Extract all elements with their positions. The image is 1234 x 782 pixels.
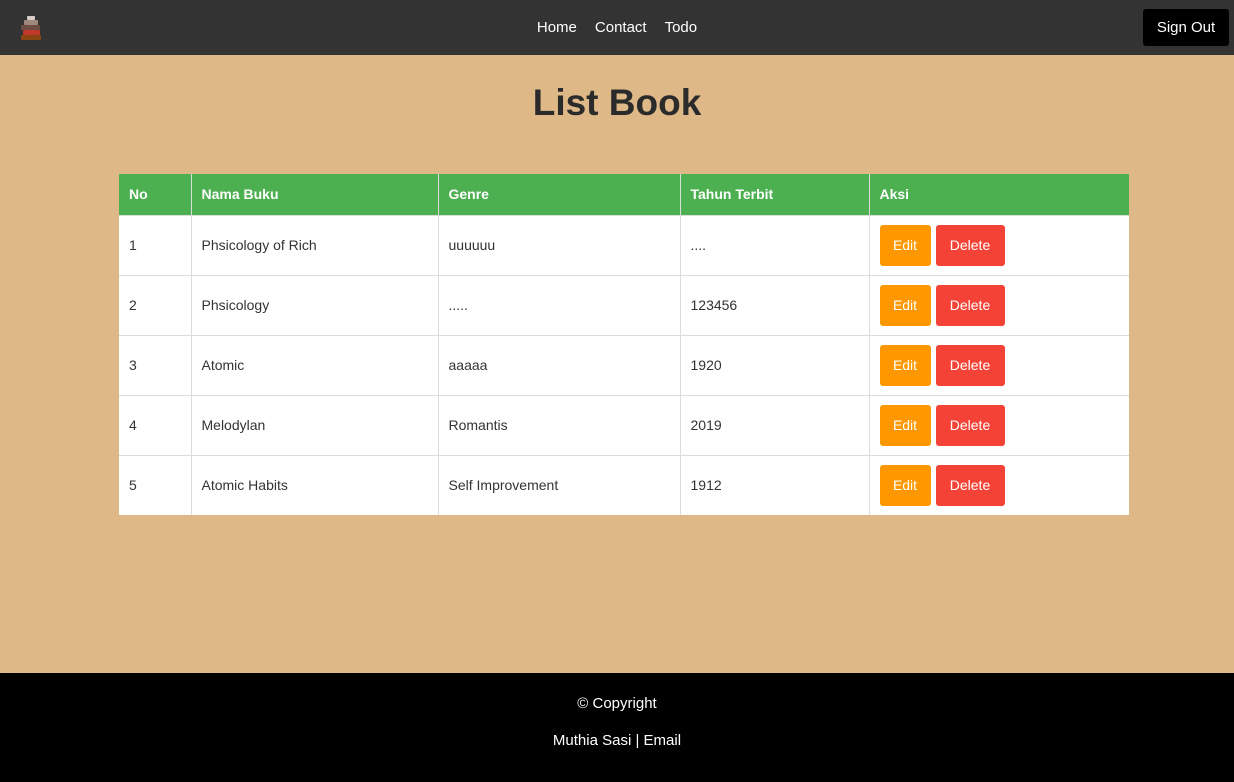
delete-button[interactable]: Delete: [935, 464, 1005, 506]
cell-aksi: Edit Delete: [869, 334, 1129, 395]
nav-link-contact[interactable]: Contact: [595, 19, 647, 36]
cell-genre: aaaaa: [438, 334, 681, 395]
cell-tahun-terbit: 123456: [680, 274, 870, 335]
header-genre: Genre: [438, 174, 681, 215]
cell-no: 2: [119, 274, 192, 335]
delete-button[interactable]: Delete: [935, 284, 1005, 326]
cell-nama-buku: Atomic Habits: [191, 454, 439, 515]
footer: © Copyright Muthia Sasi | Email: [0, 673, 1234, 782]
cell-no: 3: [119, 334, 192, 395]
cell-tahun-terbit: ....: [680, 214, 870, 275]
table-row: 3 Atomic aaaaa 1920 Edit Delete: [119, 334, 1129, 395]
table-row: 4 Melodylan Romantis 2019 Edit Delete: [119, 394, 1129, 455]
cell-no: 5: [119, 454, 192, 515]
author-name: Muthia Sasi: [552, 732, 632, 749]
delete-button[interactable]: Delete: [935, 224, 1005, 266]
email-link[interactable]: Email: [644, 732, 682, 749]
book-stack-icon[interactable]: [16, 13, 46, 43]
edit-button[interactable]: Edit: [879, 404, 931, 446]
cell-aksi: Edit Delete: [869, 274, 1129, 335]
table-row: 1 Phsicology of Rich uuuuuu .... Edit Del…: [119, 214, 1129, 275]
cell-aksi: Edit Delete: [869, 394, 1129, 455]
table-row: 5 Atomic Habits Self Improvement 1912 Ed…: [119, 454, 1129, 515]
cell-genre: Romantis: [438, 394, 681, 455]
cell-tahun-terbit: 2019: [680, 394, 870, 455]
footer-separator: |: [635, 732, 640, 749]
sign-out-button[interactable]: Sign Out: [1143, 9, 1229, 46]
nav-link-todo[interactable]: Todo: [665, 19, 698, 36]
table-header-row: No Nama Buku Genre Tahun Terbit Aksi: [119, 174, 1129, 215]
header-aksi: Aksi: [869, 174, 1129, 215]
cell-nama-buku: Melodylan: [191, 394, 439, 455]
delete-button[interactable]: Delete: [935, 404, 1005, 446]
footer-credits: Muthia Sasi | Email: [0, 732, 1234, 749]
book-table: No Nama Buku Genre Tahun Terbit Aksi 1 P…: [119, 174, 1129, 515]
header-nama-buku: Nama Buku: [191, 174, 439, 215]
nav-link-home[interactable]: Home: [537, 19, 577, 36]
table-row: 2 Phsicology ..... 123456 Edit Delete: [119, 274, 1129, 335]
cell-genre: uuuuuu: [438, 214, 681, 275]
page-title: List Book: [532, 82, 702, 123]
cell-aksi: Edit Delete: [869, 454, 1129, 515]
edit-button[interactable]: Edit: [879, 464, 931, 506]
cell-genre: .....: [438, 274, 681, 335]
cell-nama-buku: Phsicology: [191, 274, 439, 335]
edit-button[interactable]: Edit: [879, 224, 931, 266]
cell-aksi: Edit Delete: [869, 214, 1129, 275]
header-no: No: [119, 174, 192, 215]
cell-no: 4: [119, 394, 192, 455]
cell-nama-buku: Phsicology of Rich: [191, 214, 439, 275]
edit-button[interactable]: Edit: [879, 284, 931, 326]
header-tahun-terbit: Tahun Terbit: [680, 174, 870, 215]
edit-button[interactable]: Edit: [879, 344, 931, 386]
navbar: Home Contact Todo Sign Out: [0, 0, 1234, 55]
cell-genre: Self Improvement: [438, 454, 681, 515]
cell-nama-buku: Atomic: [191, 334, 439, 395]
cell-tahun-terbit: 1912: [680, 454, 870, 515]
cell-tahun-terbit: 1920: [680, 334, 870, 395]
nav-links: Home Contact Todo: [0, 0, 1234, 55]
cell-no: 1: [119, 214, 192, 275]
copyright-text: © Copyright: [577, 695, 657, 712]
delete-button[interactable]: Delete: [935, 344, 1005, 386]
